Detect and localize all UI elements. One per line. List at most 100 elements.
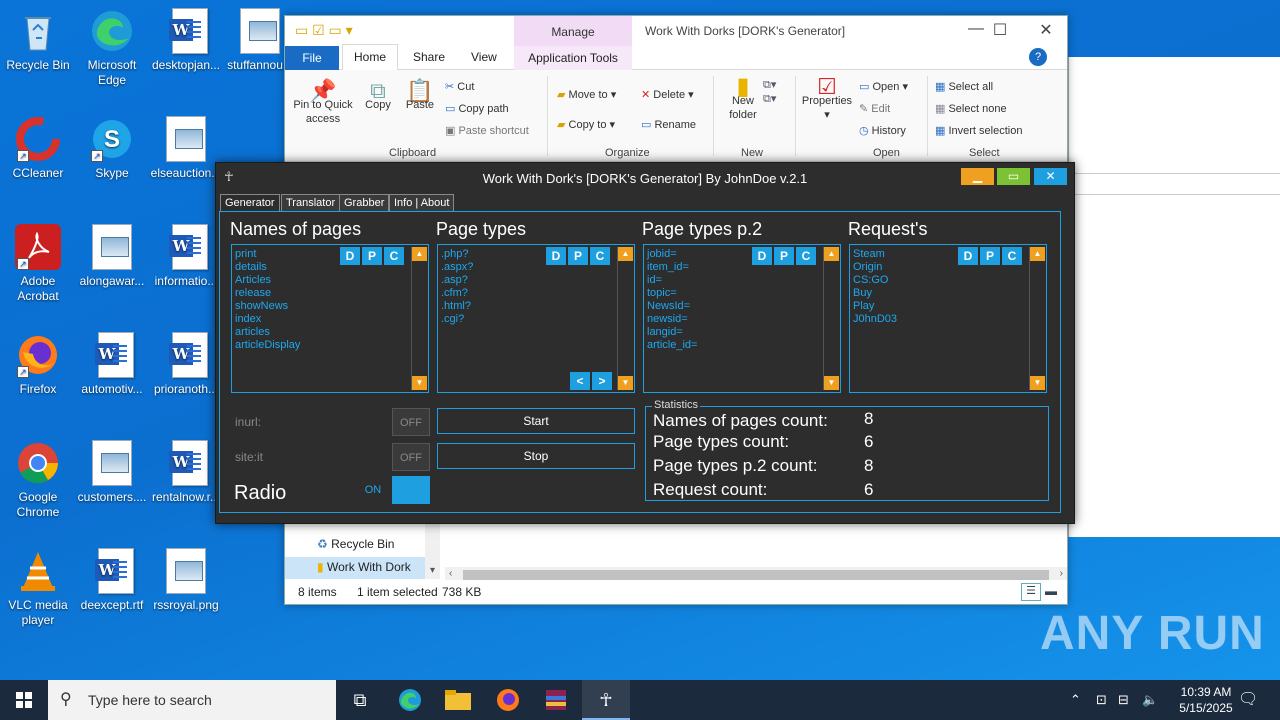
list-item[interactable]: .html?: [441, 300, 473, 313]
tab-application-tools[interactable]: Application Tools: [514, 46, 632, 70]
task-view-icon[interactable]: ⧉: [336, 680, 384, 720]
list-item[interactable]: .cgi?: [441, 313, 473, 326]
desktop-icon-elseauction[interactable]: elseauction...: [148, 116, 224, 181]
desktop-icon-rssroyal[interactable]: rssroyal.png: [148, 548, 224, 613]
notifications-icon[interactable]: 🗨: [1238, 680, 1258, 720]
nav-item-recycle-bin[interactable]: ♻ Recycle Bin: [317, 537, 394, 551]
move-to-button[interactable]: ▰ Move to ▾: [557, 88, 616, 102]
list-item[interactable]: .asp?: [441, 274, 473, 287]
desktop-icon-ccleaner[interactable]: ↗ CCleaner: [0, 116, 76, 181]
next-button[interactable]: >: [592, 372, 612, 390]
nav-item-work-with-dork[interactable]: ▮ Work With Dork: [285, 557, 425, 579]
paste-button[interactable]: 📋 Paste: [403, 80, 437, 112]
stop-button[interactable]: Stop: [437, 443, 635, 469]
inurl-toggle[interactable]: OFF: [392, 408, 430, 436]
list-item[interactable]: .aspx?: [441, 261, 473, 274]
d-button[interactable]: D: [340, 247, 360, 265]
list-item[interactable]: release: [235, 287, 300, 300]
list-item[interactable]: print: [235, 248, 300, 261]
properties-button[interactable]: ☑ Properties ▾: [799, 76, 855, 122]
desktop-icon-edge[interactable]: Microsoft Edge: [74, 8, 150, 88]
list-item[interactable]: Steam: [853, 248, 897, 261]
d-button[interactable]: D: [546, 247, 566, 265]
tray-chevron-icon[interactable]: ⌃: [1070, 680, 1081, 720]
start-button[interactable]: [0, 680, 48, 720]
desktop-icon-customers[interactable]: customers....: [74, 440, 150, 505]
delete-button[interactable]: ✕ Delete ▾: [641, 88, 694, 102]
desktop-icon-recycle-bin[interactable]: Recycle Bin: [0, 8, 76, 73]
dork-generator-window[interactable]: ☥ Work With Dork's [DORK's Generator] By…: [215, 162, 1075, 524]
desktop-icon-prioranoth[interactable]: W prioranoth...: [148, 332, 224, 397]
list-item[interactable]: details: [235, 261, 300, 274]
desktop-icon-alongawar[interactable]: alongawar...: [74, 224, 150, 289]
tab-file[interactable]: File: [285, 46, 339, 70]
tray-app-icon[interactable]: ⊡: [1096, 680, 1107, 720]
list-item[interactable]: id=: [647, 274, 697, 287]
list-item[interactable]: J0hnD03: [853, 313, 897, 326]
scroll-up-icon[interactable]: ▲: [824, 247, 839, 261]
tab-share[interactable]: Share: [413, 50, 445, 64]
requests-list[interactable]: Steam Origin CS:GO Buy Play J0hnD03 DPC …: [849, 244, 1047, 393]
list-item[interactable]: newsid=: [647, 313, 697, 326]
list-item[interactable]: CS:GO: [853, 274, 897, 287]
list-item[interactable]: topic=: [647, 287, 697, 300]
scrollbar-thumb[interactable]: [463, 570, 1049, 580]
list-item[interactable]: Origin: [853, 261, 897, 274]
taskbar-search-box[interactable]: ⚲ Type here to search: [48, 680, 336, 720]
desktop-icon-informatio[interactable]: W informatio...: [148, 224, 224, 289]
pin-to-quick-access-button[interactable]: 📌 Pin to Quick access: [291, 80, 355, 126]
list-item[interactable]: .cfm?: [441, 287, 473, 300]
scroll-up-icon[interactable]: ▲: [412, 247, 427, 261]
scroll-down-icon[interactable]: ▼: [412, 376, 427, 390]
radio-toggle[interactable]: [392, 476, 430, 504]
scroll-down-icon[interactable]: ▾: [425, 565, 440, 576]
site-toggle[interactable]: OFF: [392, 443, 430, 471]
c-button[interactable]: C: [796, 247, 816, 265]
minimize-button[interactable]: ▁: [961, 168, 994, 185]
copy-path-button[interactable]: ▭ Copy path: [445, 102, 509, 116]
desktop-icon-rentalnow[interactable]: W rentalnow.r...: [148, 440, 224, 505]
list-item[interactable]: showNews: [235, 300, 300, 313]
d-button[interactable]: D: [752, 247, 772, 265]
list-item[interactable]: langid=: [647, 326, 697, 339]
list-scrollbar[interactable]: ▲ ▼: [411, 247, 427, 390]
desktop-icon-skype[interactable]: S ↗ Skype: [74, 116, 150, 181]
copy-button[interactable]: ⧉ Copy: [363, 80, 393, 112]
desktop-icon-vlc[interactable]: VLC media player: [0, 548, 76, 628]
list-item[interactable]: index: [235, 313, 300, 326]
p-button[interactable]: P: [980, 247, 1000, 265]
scroll-down-icon[interactable]: ▼: [1030, 376, 1045, 390]
copy-to-button[interactable]: ▰ Copy to ▾: [557, 118, 615, 132]
list-item[interactable]: articles: [235, 326, 300, 339]
edit-button[interactable]: ✎ Edit: [859, 102, 890, 116]
background-window[interactable]: [1068, 57, 1280, 537]
tab-view[interactable]: View: [471, 50, 497, 64]
desktop-icon-firefox[interactable]: ↗ Firefox: [0, 332, 76, 397]
list-item[interactable]: article_id=: [647, 339, 697, 352]
new-item-icon[interactable]: ⧉▾ ⧉▾: [763, 78, 776, 106]
new-folder-button[interactable]: ▮ New folder: [721, 75, 765, 122]
p-button[interactable]: P: [568, 247, 588, 265]
tab-generator[interactable]: Generator: [220, 194, 280, 212]
history-button[interactable]: ◷ History: [859, 124, 906, 138]
list-scrollbar[interactable]: ▲ ▼: [1029, 247, 1045, 390]
details-view-icon[interactable]: ☰: [1021, 583, 1041, 601]
paste-shortcut-button[interactable]: ▣ Paste shortcut: [445, 124, 529, 138]
list-item[interactable]: Articles: [235, 274, 300, 287]
desktop-icon-google-chrome[interactable]: Google Chrome: [0, 440, 76, 520]
list-scrollbar[interactable]: ▲ ▼: [617, 247, 633, 390]
list-item[interactable]: Play: [853, 300, 897, 313]
list-item[interactable]: Buy: [853, 287, 897, 300]
network-icon[interactable]: ⊟: [1118, 680, 1129, 720]
close-button[interactable]: ✕: [1034, 168, 1067, 185]
list-item[interactable]: .php?: [441, 248, 473, 261]
desktop-icon-desktopjan[interactable]: W desktopjan...: [148, 8, 224, 73]
dork-titlebar[interactable]: ☥ Work With Dork's [DORK's Generator] By…: [216, 163, 1074, 190]
edge-taskbar-icon[interactable]: [386, 680, 434, 720]
prev-button[interactable]: <: [570, 372, 590, 390]
c-button[interactable]: C: [590, 247, 610, 265]
maximize-icon[interactable]: ☐: [977, 20, 1023, 40]
winrar-taskbar-icon[interactable]: [532, 680, 580, 720]
scroll-down-icon[interactable]: ▼: [618, 376, 633, 390]
tab-home[interactable]: Home: [342, 44, 398, 70]
